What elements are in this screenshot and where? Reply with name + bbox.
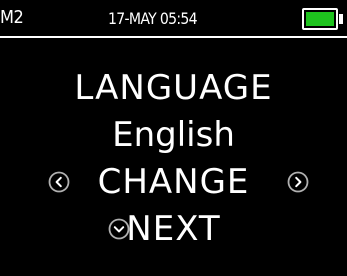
device-id: M2 (0, 7, 24, 28)
chevron-right-icon[interactable] (287, 171, 309, 193)
battery-icon (302, 8, 338, 30)
battery-level (306, 12, 334, 26)
date-time: 17-MAY 05:54 (108, 9, 198, 28)
chevron-down-icon[interactable] (108, 218, 130, 240)
chevron-left-icon[interactable] (48, 171, 70, 193)
battery-tip (339, 14, 343, 24)
setting-value: English (112, 115, 235, 155)
next-button-label[interactable]: NEXT (0, 209, 347, 249)
setting-title: LANGUAGE (74, 68, 273, 108)
status-bar: M2 17-MAY 05:54 (0, 0, 347, 36)
header-divider (0, 36, 347, 38)
